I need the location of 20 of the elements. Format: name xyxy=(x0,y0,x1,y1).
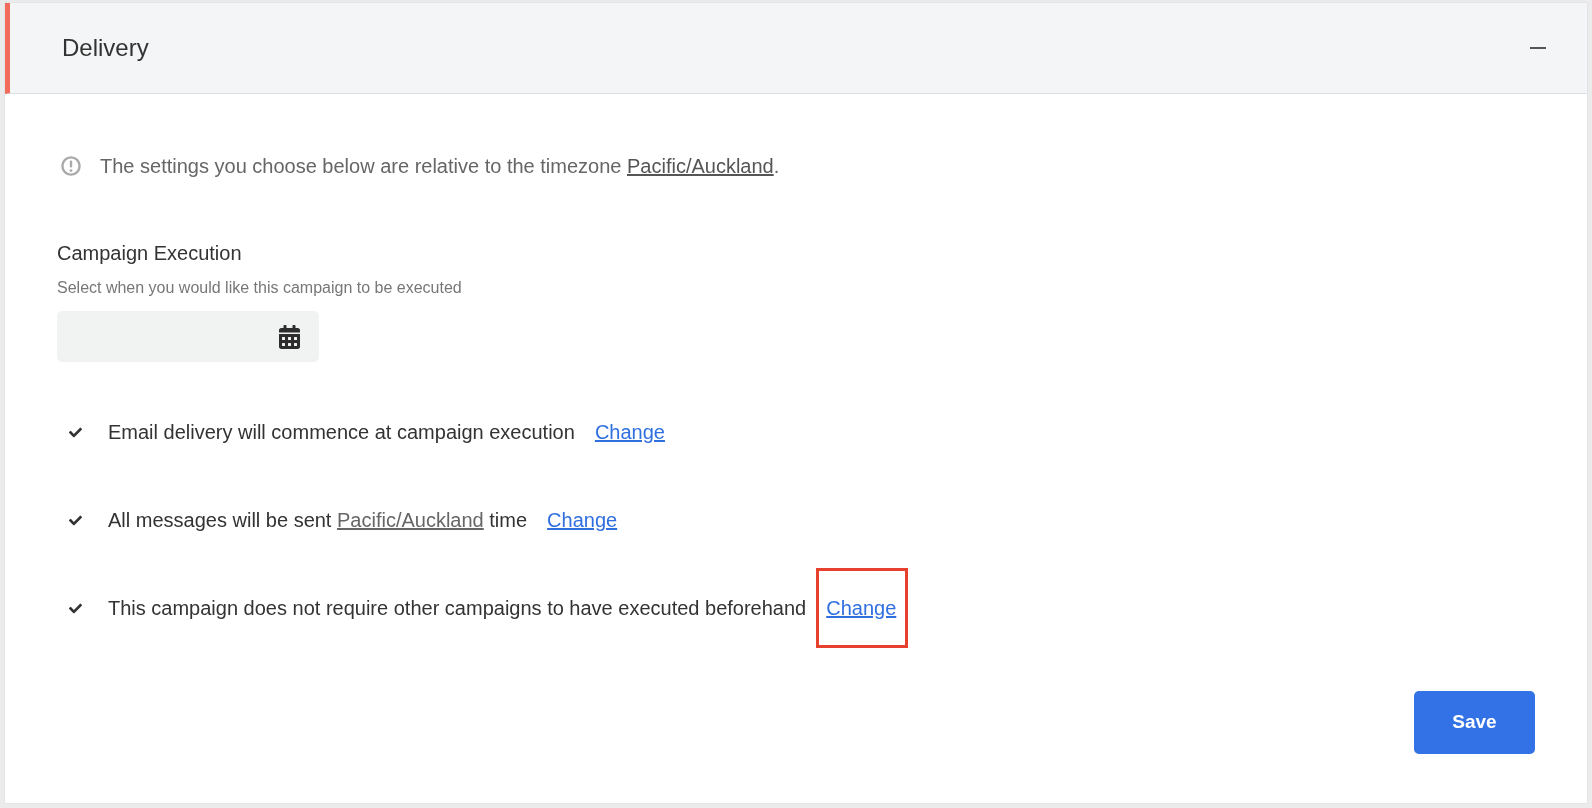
section-hint: Select when you would like this campaign to be executed xyxy=(57,278,462,298)
rule-text: All messages will be sent Pacific/Auckland time xyxy=(108,508,528,533)
change-link[interactable]: Change xyxy=(594,418,665,446)
alert-icon xyxy=(61,156,81,176)
checkmark-icon xyxy=(68,425,83,439)
checkmark-icon xyxy=(68,513,83,527)
rule-text: Email delivery will commence at campaign execution xyxy=(108,420,575,445)
timezone-link[interactable]: Pacific/Auckland xyxy=(626,155,774,177)
timezone-notice: The settings you choose below are relative to the timezone Pacific/Auckland. xyxy=(100,154,780,179)
section-title: Campaign Execution xyxy=(57,241,242,266)
panel-header[interactable]: Delivery xyxy=(5,3,1587,94)
change-link[interactable]: Change xyxy=(547,506,618,534)
timezone-link[interactable]: Pacific/Auckland xyxy=(337,509,484,531)
date-field[interactable] xyxy=(57,311,319,362)
save-button[interactable]: Save xyxy=(1414,691,1535,754)
rule-text: This campaign does not require other campaigns to have executed beforehand xyxy=(108,596,807,621)
panel-title: Delivery xyxy=(62,33,149,63)
calendar-icon[interactable] xyxy=(279,324,300,349)
checkmark-icon xyxy=(68,601,83,615)
change-link[interactable]: Change xyxy=(826,594,897,622)
